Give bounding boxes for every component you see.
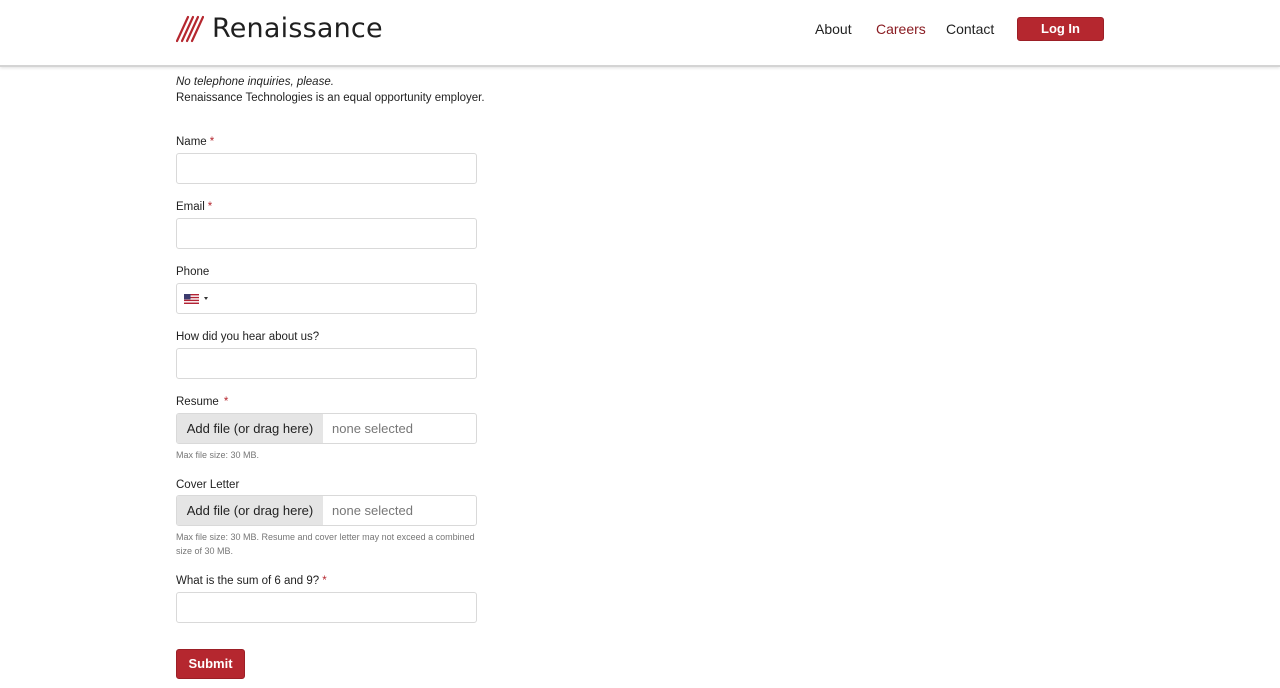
logo-stripes-icon	[176, 15, 204, 43]
nav-careers[interactable]: Careers	[876, 21, 926, 37]
referral-field[interactable]	[176, 348, 477, 379]
email-field[interactable]	[176, 218, 477, 249]
required-mark: *	[209, 136, 215, 148]
nav-contact[interactable]: Contact	[946, 21, 994, 37]
required-mark: *	[223, 396, 229, 408]
equal-opportunity-note: Renaissance Technologies is an equal opp…	[176, 92, 485, 104]
resume-label: Resume *	[176, 395, 228, 409]
name-input[interactable]	[177, 154, 476, 183]
captcha-input[interactable]	[177, 593, 476, 622]
cover-letter-hint: Max file size: 30 MB. Resume and cover l…	[176, 532, 475, 556]
login-button[interactable]: Log In	[1017, 17, 1104, 41]
name-field[interactable]	[176, 153, 477, 184]
logo[interactable]: Renaissance	[176, 14, 383, 44]
name-label-text: Name	[176, 136, 207, 148]
resume-hint: Max file size: 30 MB.	[176, 450, 260, 460]
required-mark: *	[322, 575, 327, 587]
cover-letter-label: Cover Letter	[176, 479, 240, 491]
referral-input[interactable]	[177, 349, 476, 378]
captcha-label-text: What is the sum of 6 and 9?	[176, 575, 320, 587]
site-header: Renaissance About Careers Contact Log In	[0, 0, 1280, 67]
phone-input[interactable]	[215, 284, 514, 313]
required-mark: *	[207, 201, 213, 213]
resume-add-file-button[interactable]: Add file (or drag here)	[177, 414, 323, 443]
referral-label: How did you hear about us?	[176, 331, 320, 343]
phone-field[interactable]	[176, 283, 514, 314]
country-dropdown-caret-icon[interactable]	[204, 297, 208, 300]
name-label: Name *	[176, 135, 214, 149]
cover-letter-add-file-button[interactable]: Add file (or drag here)	[177, 496, 323, 525]
captcha-label: What is the sum of 6 and 9? *	[176, 574, 327, 588]
no-phone-note: No telephone inquiries, please.	[176, 76, 334, 88]
us-flag-icon[interactable]	[184, 294, 199, 304]
resume-file-status: none selected	[332, 421, 413, 436]
resume-upload[interactable]: Add file (or drag here) none selected	[176, 413, 477, 444]
cover-letter-upload[interactable]: Add file (or drag here) none selected	[176, 495, 477, 526]
resume-label-text: Resume	[176, 396, 219, 408]
captcha-field[interactable]	[176, 592, 477, 623]
email-label: Email *	[176, 200, 212, 214]
intro-text: No telephone inquiries, please. Renaissa…	[176, 74, 485, 106]
submit-button[interactable]: Submit	[176, 649, 245, 679]
email-input[interactable]	[177, 219, 476, 248]
phone-label: Phone	[176, 266, 210, 278]
email-label-text: Email	[176, 201, 205, 213]
cover-letter-file-status: none selected	[332, 503, 413, 518]
nav-about[interactable]: About	[815, 21, 852, 37]
logo-text: Renaissance	[212, 13, 383, 44]
